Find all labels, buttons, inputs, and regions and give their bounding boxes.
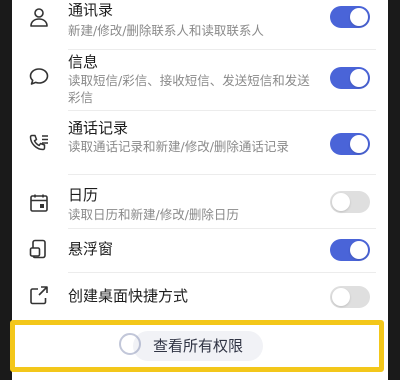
toggle-knob [332, 193, 350, 211]
shortcut-icon [28, 284, 50, 306]
permission-title: 创建桌面快捷方式 [68, 287, 189, 305]
permission-title: 悬浮窗 [68, 240, 114, 258]
calendar-icon [28, 192, 50, 214]
toggle-knob [350, 135, 368, 153]
permission-description: 读取短信/彩信、接收短信、发送短信和发送彩信 [68, 73, 310, 105]
touch-ripple [119, 333, 141, 355]
permission-item-messages: 信息 读取短信/彩信、接收短信、发送短信和发送彩信 [12, 50, 388, 116]
permission-item-contacts: 通讯录 新建/修改/删除联系人和读取联系人 [12, 0, 388, 50]
permission-description: 读取日历和新建/修改/删除日历 [68, 207, 239, 222]
divider [68, 110, 376, 111]
divider [68, 174, 376, 175]
permission-title: 信息 [68, 53, 99, 71]
permission-description: 读取通话记录和新建/修改/删除通话记录 [68, 139, 289, 154]
contacts-toggle[interactable] [330, 6, 370, 28]
view-all-permissions-button[interactable]: 查看所有权限 [133, 331, 263, 361]
chat-bubble-icon [28, 66, 50, 88]
permission-item-shortcut: 创建桌面快捷方式 [12, 274, 388, 318]
permission-item-floating-window: 悬浮窗 [12, 230, 388, 270]
floating-window-icon [28, 238, 50, 260]
person-icon [28, 6, 50, 28]
permission-item-calendar: 日历 读取日历和新建/修改/删除日历 [12, 176, 388, 226]
divider [68, 228, 376, 229]
toggle-knob [332, 288, 350, 306]
view-all-label: 查看所有权限 [152, 337, 243, 355]
view-all-highlight: 查看所有权限 [10, 320, 384, 372]
permission-description: 新建/修改/删除联系人和读取联系人 [68, 23, 264, 38]
call-log-toggle[interactable] [330, 133, 370, 155]
divider [68, 272, 376, 273]
permission-title: 日历 [68, 186, 99, 204]
floating-window-toggle[interactable] [330, 239, 370, 261]
toggle-knob [350, 241, 368, 259]
permission-title: 通讯录 [68, 1, 114, 19]
toggle-knob [350, 8, 368, 26]
call-log-icon [28, 132, 50, 154]
calendar-toggle[interactable] [330, 191, 370, 213]
shortcut-toggle[interactable] [330, 286, 370, 308]
permission-title: 通话记录 [68, 119, 129, 137]
permission-item-call-log: 通话记录 读取通话记录和新建/修改/删除通话记录 [12, 116, 388, 176]
toggle-knob [350, 69, 368, 87]
messages-toggle[interactable] [330, 67, 370, 89]
